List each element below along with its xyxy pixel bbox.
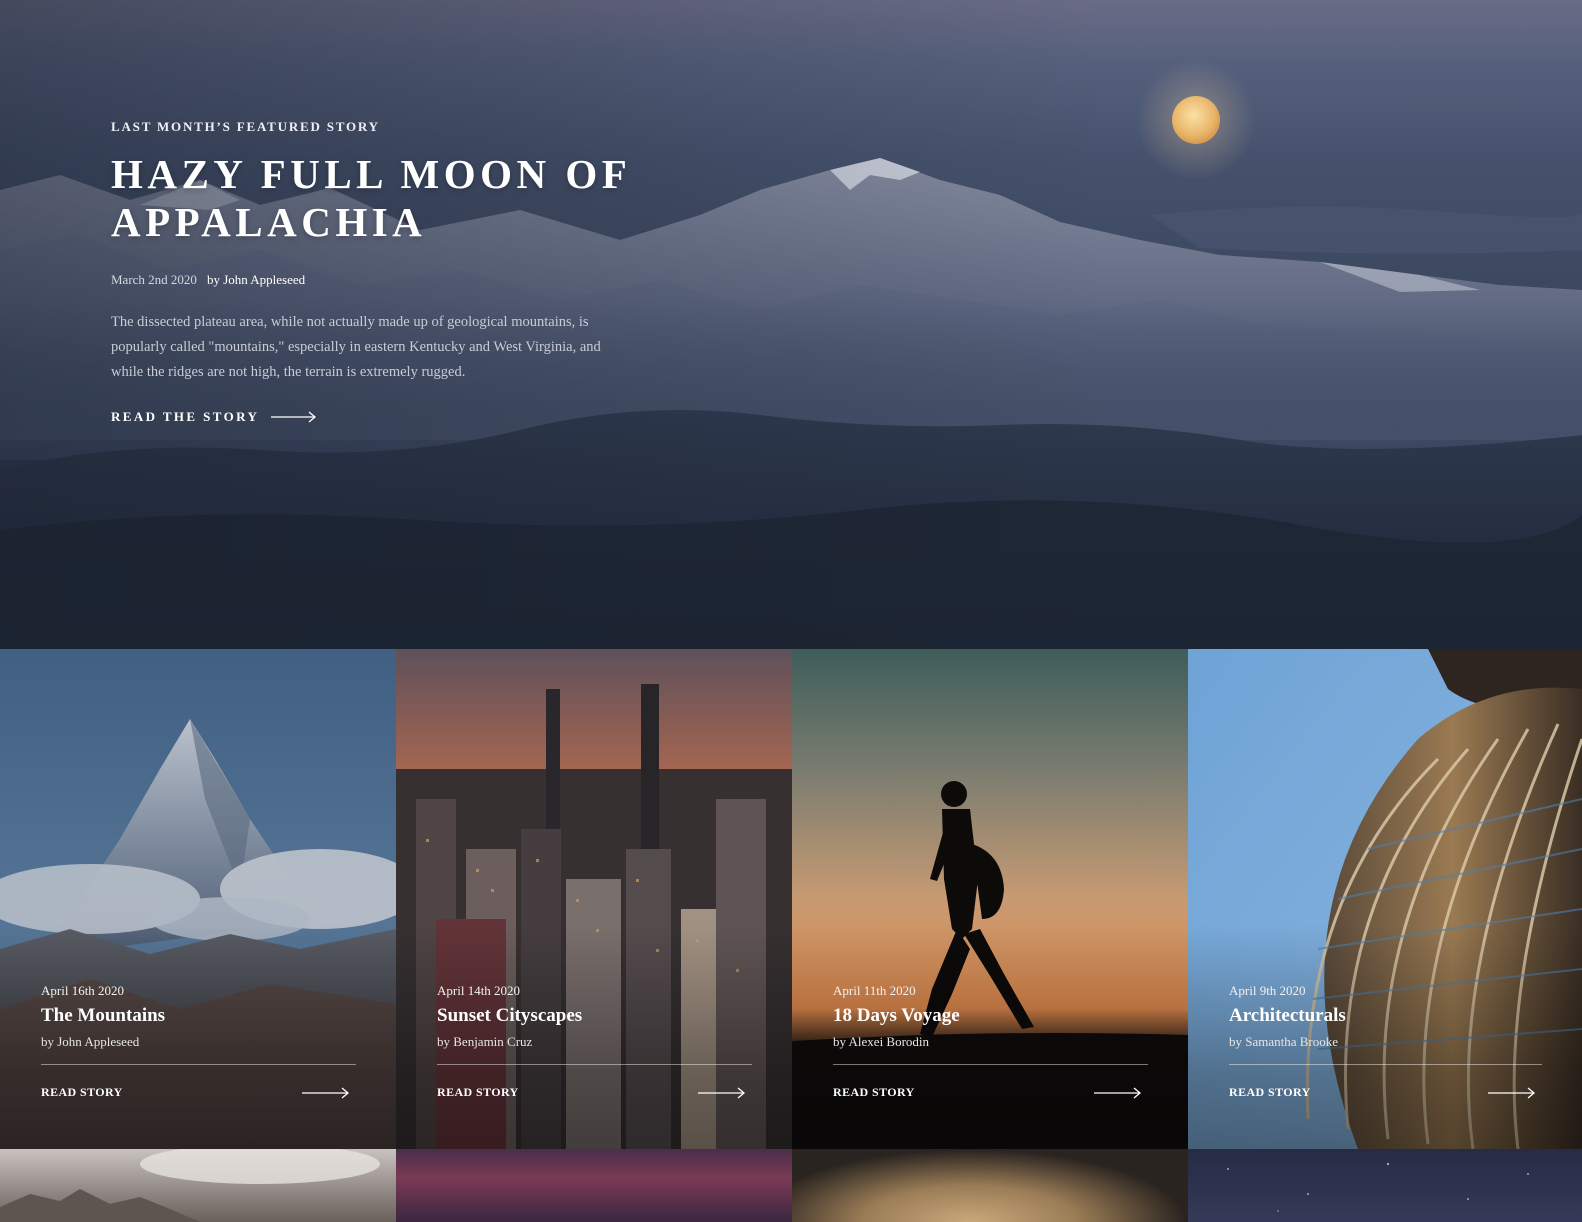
read-the-story-label: Read the story — [111, 409, 260, 424]
story-card-thumbnail[interactable] — [1188, 1149, 1582, 1222]
card-image-night-sky — [1227, 1162, 1529, 1212]
next-row-cards — [0, 1144, 1582, 1222]
read-story-label: Read Story — [437, 1085, 519, 1099]
card-author[interactable]: by Alexei Borodin — [833, 1034, 1148, 1050]
card-title[interactable]: The Mountains — [41, 1005, 356, 1027]
arrow-right-icon — [1094, 1087, 1142, 1098]
featured-excerpt: The dissected plateau area, while not ac… — [111, 314, 601, 380]
card-date: April 14th 2020 — [437, 983, 521, 998]
read-story-label: Read Story — [41, 1085, 123, 1099]
read-story-link[interactable]: Read Story — [41, 1085, 356, 1100]
featured-story-hero: Last Month’s Featured Story Hazy Full Mo… — [0, 0, 1582, 649]
read-the-story-link[interactable]: Read the story — [111, 409, 651, 425]
card-divider — [437, 1064, 752, 1065]
card-body: April 14th 2020 Sunset Cityscapes by Ben… — [437, 983, 752, 1100]
card-author[interactable]: by Samantha Brooke — [1229, 1034, 1542, 1050]
card-image-peaks — [0, 1144, 380, 1222]
card-title[interactable]: Sunset Cityscapes — [437, 1005, 752, 1027]
card-date: April 16th 2020 — [41, 983, 125, 998]
arrow-right-icon — [1488, 1087, 1536, 1098]
read-story-link[interactable]: Read Story — [437, 1085, 752, 1100]
card-body: April 11th 2020 18 Days Voyage by Alexei… — [833, 983, 1148, 1100]
story-card[interactable]: April 9th 2020 Architecturals by Samanth… — [1188, 649, 1582, 1149]
card-title[interactable]: 18 Days Voyage — [833, 1005, 1148, 1027]
card-divider — [1229, 1064, 1542, 1065]
featured-meta: March 2nd 2020 by John Appleseed — [111, 272, 651, 288]
story-card[interactable]: April 16th 2020 The Mountains by John Ap… — [0, 649, 396, 1149]
card-author[interactable]: by Benjamin Cruz — [437, 1034, 752, 1050]
read-story-label: Read Story — [1229, 1085, 1311, 1099]
read-story-link[interactable]: Read Story — [833, 1085, 1148, 1100]
featured-eyebrow: Last Month’s Featured Story — [111, 119, 380, 134]
arrow-right-icon — [302, 1087, 350, 1098]
story-card[interactable]: April 11th 2020 18 Days Voyage by Alexei… — [792, 649, 1188, 1149]
card-author[interactable]: by John Appleseed — [41, 1034, 356, 1050]
card-body: April 16th 2020 The Mountains by John Ap… — [41, 983, 356, 1100]
featured-author[interactable]: by John Appleseed — [207, 272, 305, 288]
featured-date: March 2nd 2020 — [111, 272, 197, 287]
card-date: April 9th 2020 — [1229, 983, 1306, 998]
story-card-thumbnail[interactable] — [792, 1149, 1188, 1222]
card-body: April 9th 2020 Architecturals by Samanth… — [1229, 983, 1542, 1100]
read-story-label: Read Story — [833, 1085, 915, 1099]
featured-story-content: Last Month’s Featured Story Hazy Full Mo… — [111, 119, 651, 425]
story-cards-row: April 16th 2020 The Mountains by John Ap… — [0, 649, 1582, 1149]
story-card[interactable]: April 14th 2020 Sunset Cityscapes by Ben… — [396, 649, 792, 1149]
arrow-right-icon — [698, 1087, 746, 1098]
featured-title[interactable]: Hazy Full Moon of Appalachia — [111, 150, 651, 246]
arrow-right-icon — [271, 411, 317, 423]
card-title[interactable]: Architecturals — [1229, 1005, 1542, 1027]
card-divider — [833, 1064, 1148, 1065]
card-date: April 11th 2020 — [833, 983, 916, 998]
card-divider — [41, 1064, 356, 1065]
story-card-thumbnail[interactable] — [396, 1149, 792, 1222]
read-story-link[interactable]: Read Story — [1229, 1085, 1542, 1100]
story-card-thumbnail[interactable] — [0, 1144, 396, 1222]
